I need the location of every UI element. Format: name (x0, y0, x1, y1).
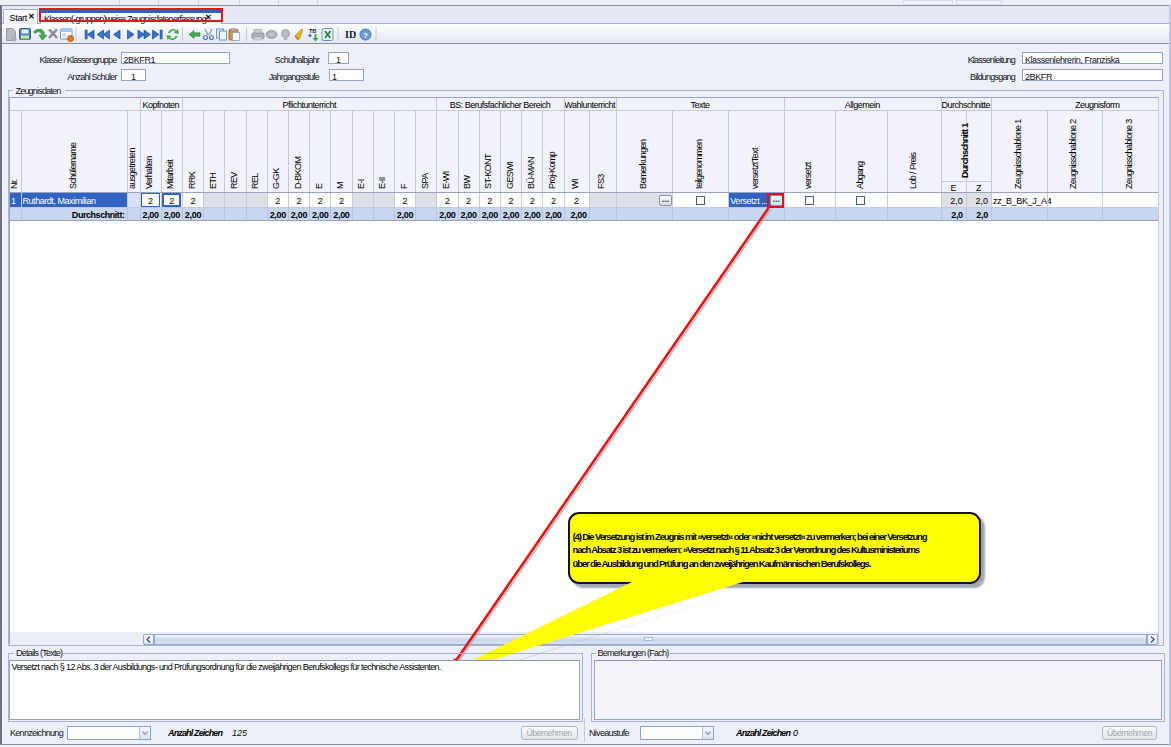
svg-text:ID: ID (345, 29, 356, 40)
svg-text:TB: TB (309, 28, 316, 34)
svg-text:?: ? (363, 31, 368, 40)
